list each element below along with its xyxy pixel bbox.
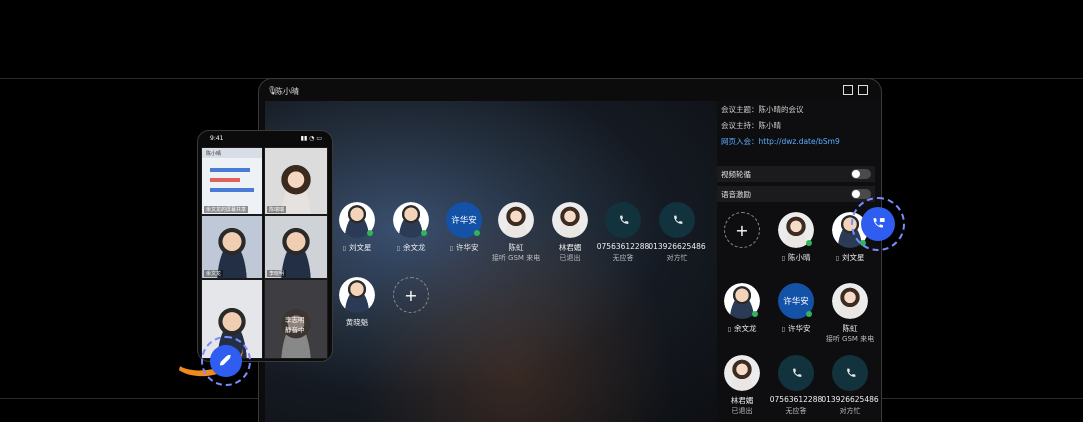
toggle-voice-activation[interactable]: 语音激励 <box>717 186 875 202</box>
meeting-topic: 会议主题：陈小晴的会议 <box>721 105 804 114</box>
stage-participant-name: 陈虹 <box>508 243 524 252</box>
toggle-label: 语音激励 <box>721 190 751 199</box>
tablet-device: 🎙 陈小晴 会议主题：陈小晴的会议 会议主持：陈小晴 网页入会：http://d… <box>258 78 882 422</box>
meeting-host: 会议主持：陈小晴 <box>721 121 781 130</box>
phone-icon <box>846 368 855 377</box>
stage-participant-name: 07563612288 <box>596 242 650 251</box>
phone-icon <box>792 368 801 377</box>
side-participant-status: 对方忙 <box>839 407 861 415</box>
side-participant-status: 已退出 <box>731 407 753 415</box>
stage-participant-name: 林君媚 <box>558 243 582 252</box>
side-participant-name: ▯ 陈小晴 <box>781 253 811 262</box>
phone-icon <box>673 215 682 224</box>
stage-participant-avatar[interactable] <box>605 202 641 238</box>
stage-participant-status: 已退出 <box>559 254 581 262</box>
side-participant-status: 无应答 <box>785 407 807 415</box>
side-participant-status: 接听 GSM 来电 <box>825 335 875 343</box>
phone-icon <box>619 215 628 224</box>
phone-status-icons: ▮▮ ◔ ▭ <box>300 135 322 142</box>
side-participant-avatar[interactable] <box>832 355 868 391</box>
video-tile[interactable]: 陈小晴 余文龙的屏幕共享 <box>201 147 263 215</box>
participant-photo <box>339 277 375 313</box>
add-participant-button[interactable]: + <box>724 212 760 248</box>
toggle-label: 视频轮循 <box>721 170 751 179</box>
side-participant-avatar[interactable] <box>832 283 868 319</box>
stage-participant-avatar[interactable] <box>659 202 695 238</box>
participant-photo <box>832 283 868 319</box>
video-tile[interactable]: 余文龙 <box>201 215 263 279</box>
window-icon[interactable] <box>858 85 868 95</box>
video-call-icon <box>873 217 885 228</box>
stage-participant-status: 无应答 <box>612 254 634 262</box>
stage-participant-name: ▯ 刘文星 <box>342 243 372 252</box>
mobile-device-icon: ▯ <box>449 244 454 252</box>
side-participant-name: 013926625486 <box>821 395 879 404</box>
video-call-badge[interactable] <box>851 197 905 251</box>
mic-active-icon <box>806 311 812 317</box>
tile-name: 余文龙 <box>204 270 224 277</box>
mic-active-icon <box>367 230 373 236</box>
tile-name: 余文龙的屏幕共享 <box>204 206 249 213</box>
mic-active-icon <box>421 230 427 236</box>
participant-photo <box>498 202 534 238</box>
stage-participant-name: 013926625486 <box>648 242 706 251</box>
rocket-icon <box>220 355 231 366</box>
mobile-device-icon: ▯ <box>396 244 401 252</box>
layout-icon[interactable] <box>843 85 853 95</box>
stage-participant-avatar[interactable] <box>498 202 534 238</box>
share-badge[interactable] <box>201 336 251 386</box>
phone-header: 陈小晴 <box>206 151 222 157</box>
tile-name: 李晓明 <box>267 270 287 277</box>
stage-participant-avatar[interactable] <box>552 202 588 238</box>
toggle-switch[interactable] <box>851 169 871 179</box>
add-participant-button[interactable]: + <box>393 277 429 313</box>
stage-participant-name: ▯ 许华安 <box>449 243 479 252</box>
toggle-video-rotation[interactable]: 视频轮循 <box>717 166 875 182</box>
toggle-switch[interactable] <box>851 189 871 199</box>
tablet-titlebar: 🎙 陈小晴 <box>259 79 881 101</box>
video-tile[interactable]: 李晓明 <box>264 215 328 279</box>
side-participant-name: ▯ 许华安 <box>781 324 811 333</box>
stage-participant-avatar[interactable] <box>339 277 375 313</box>
side-participant-avatar[interactable] <box>724 355 760 391</box>
side-participant-name: ▯ 刘文星 <box>835 253 865 262</box>
side-participant-name: ▯ 余文龙 <box>727 324 757 333</box>
stage-participant-name: 黄晓魁 <box>345 318 369 327</box>
phone-time: 9:41 <box>210 135 224 142</box>
participant-photo <box>724 355 760 391</box>
side-participant-name: 林君媚 <box>730 396 754 405</box>
side-participant-name: 陈虹 <box>842 324 858 333</box>
mobile-device-icon: ▯ <box>342 244 347 252</box>
participant-photo <box>552 202 588 238</box>
mic-active-icon <box>806 240 812 246</box>
mic-active-icon <box>474 230 480 236</box>
mobile-device-icon: ▯ <box>835 254 840 262</box>
tile-name: 陈瑞瑞 <box>267 206 287 213</box>
stage-participant-name: ▯ 余文龙 <box>396 243 426 252</box>
mobile-device-icon: ▯ <box>781 325 786 333</box>
mic-active-icon <box>752 311 758 317</box>
stage-participant-status: 对方忙 <box>666 254 688 262</box>
mobile-device-icon: ▯ <box>727 325 732 333</box>
mobile-device-icon: ▯ <box>781 254 786 262</box>
web-join-link[interactable]: 网页入会：http://dwz.date/bSm9 <box>721 136 840 147</box>
stage-participant-status: 接听 GSM 来电 <box>491 254 541 262</box>
side-participant-avatar[interactable] <box>778 355 814 391</box>
video-tile[interactable]: 陈瑞瑞 <box>264 147 328 215</box>
meeting-title: 陈小晴 <box>275 87 299 96</box>
tile-muted-label: 李志明 静音中 <box>285 316 305 334</box>
side-participant-name: 07563612288 <box>769 395 823 404</box>
video-tile[interactable]: 李志明 静音中 <box>264 279 328 359</box>
